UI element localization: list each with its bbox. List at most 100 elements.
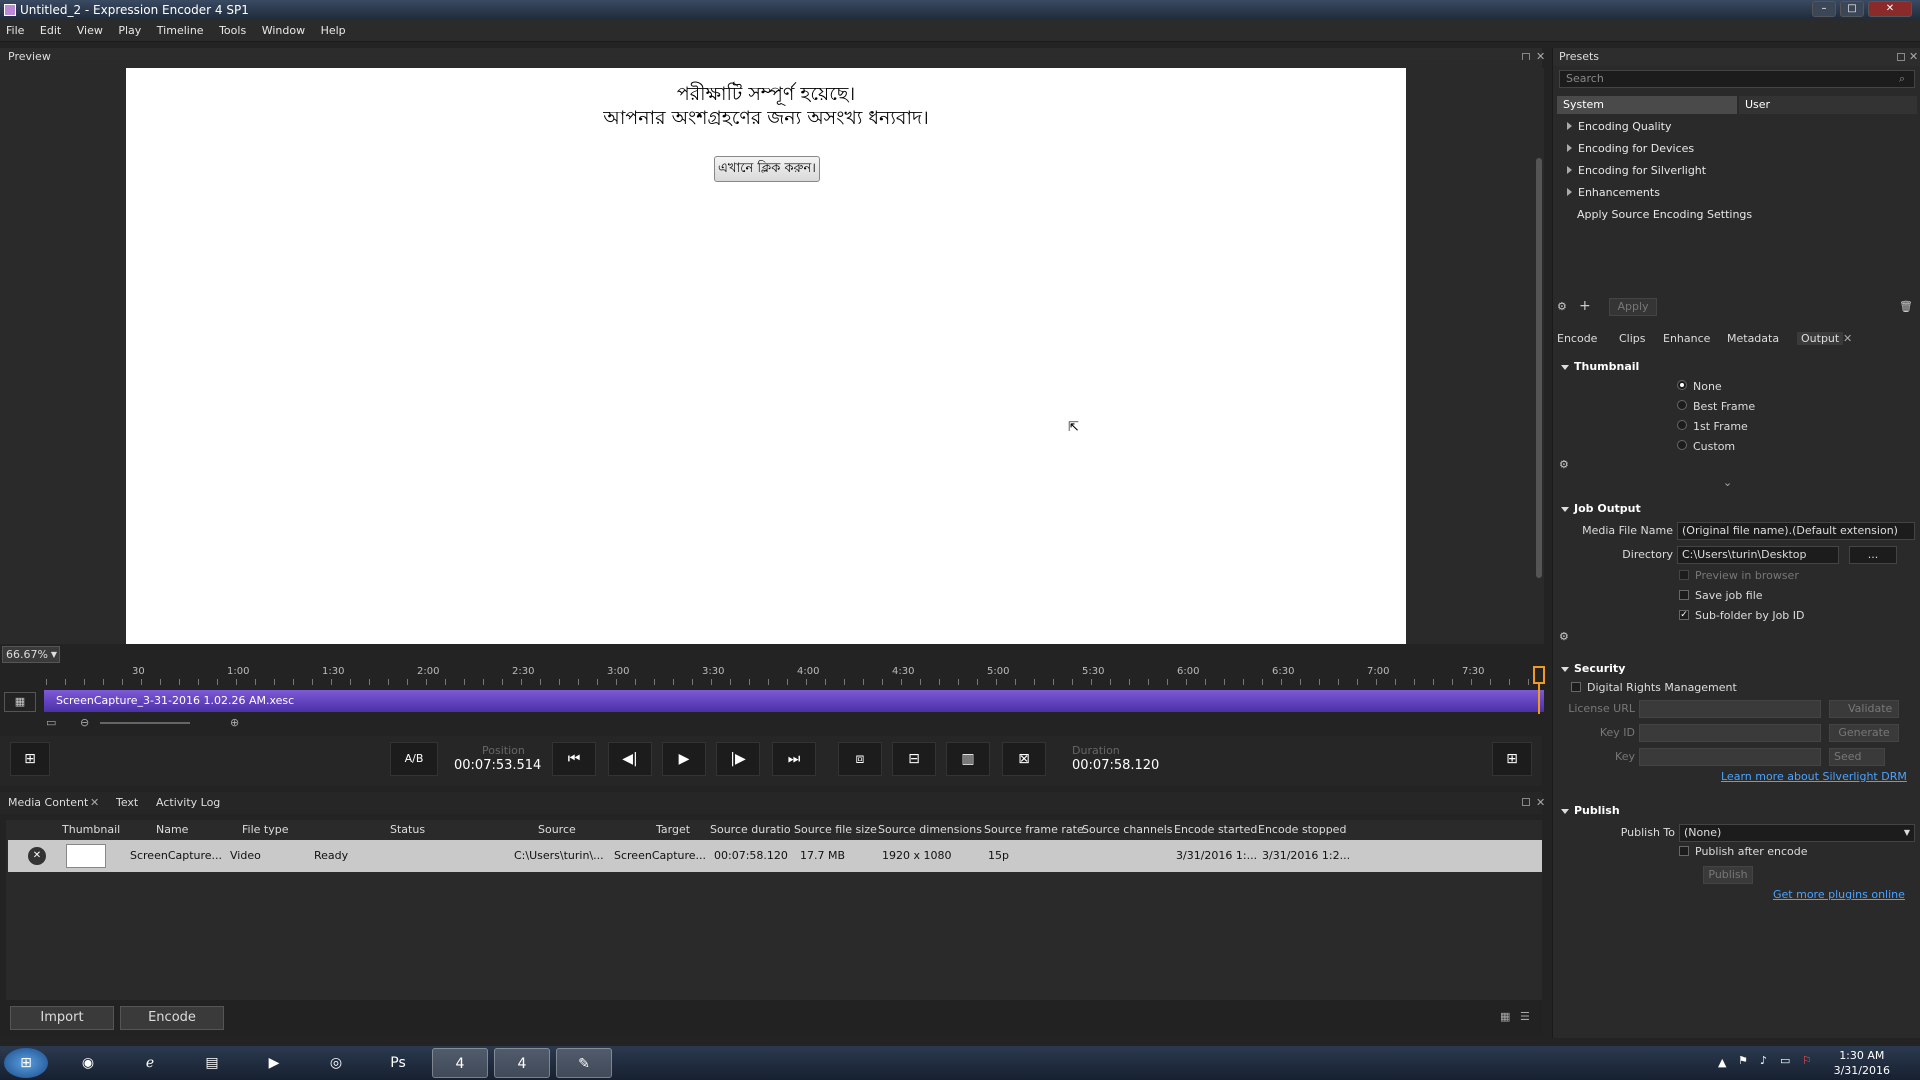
close-button[interactable]: ✕ <box>1868 1 1912 17</box>
preset-enhancements[interactable]: Enhancements <box>1567 186 1660 199</box>
trim-in-button[interactable]: ⊟ <box>892 742 936 776</box>
volume-icon[interactable]: ♪ <box>1760 1054 1767 1067</box>
thumbnail-section[interactable]: Thumbnail <box>1561 360 1639 373</box>
publish-after-encode-checkbox[interactable] <box>1679 846 1689 856</box>
preset-encoding-quality[interactable]: Encoding Quality <box>1567 120 1672 133</box>
chevron-down-icon[interactable]: ⌄ <box>1723 476 1732 489</box>
col-source[interactable]: Source <box>538 823 576 836</box>
remove-segment-button[interactable]: ⊠ <box>1002 742 1046 776</box>
radio-custom[interactable] <box>1677 440 1687 450</box>
add-leader-button[interactable]: ⊞ <box>1492 742 1532 776</box>
media-file-name-field[interactable]: (Original file name).(Default extension) <box>1677 522 1915 540</box>
col-source-file-size[interactable]: Source file size <box>794 823 877 836</box>
apply-button[interactable]: Apply <box>1609 298 1657 316</box>
zoom-slider[interactable] <box>100 722 190 724</box>
tile-view-icon[interactable]: ▦ <box>1500 1010 1510 1023</box>
menu-edit[interactable]: Edit <box>34 20 67 42</box>
trim-out-button[interactable]: ▥ <box>946 742 990 776</box>
radio-1st-frame[interactable] <box>1677 420 1687 430</box>
step-forward-button[interactable]: |▶ <box>716 742 760 776</box>
tab-metadata[interactable]: Metadata <box>1727 332 1779 345</box>
add-icon[interactable]: + <box>1579 298 1591 314</box>
radio-none[interactable] <box>1677 380 1687 390</box>
col-encode-stopped[interactable]: Encode stopped <box>1258 823 1346 836</box>
preview-canvas[interactable]: পরীক্ষাটি সম্পূর্ণ হয়েছে। আপনার অংশগ্রহ… <box>126 68 1406 644</box>
add-marker-button[interactable]: ⊞ <box>10 742 50 776</box>
start-button-icon[interactable]: ⊞ <box>4 1048 48 1078</box>
publish-section[interactable]: Publish <box>1561 804 1620 817</box>
paint-icon[interactable]: ✎ <box>556 1048 612 1078</box>
timeline-clip[interactable]: ScreenCapture_3-31-2016 1.02.26 AM.xesc <box>44 690 1544 712</box>
list-view-icon[interactable]: ☰ <box>1520 1010 1530 1023</box>
key-id-field[interactable] <box>1639 724 1821 742</box>
browse-button[interactable]: ... <box>1849 546 1897 564</box>
validate-button[interactable]: Validate <box>1829 700 1899 718</box>
menu-view[interactable]: View <box>71 20 109 42</box>
internet-explorer-icon[interactable]: ℯ <box>122 1048 178 1078</box>
step-back-button[interactable]: ◀| <box>608 742 652 776</box>
preset-encoding-devices[interactable]: Encoding for Devices <box>1567 142 1694 155</box>
col-name[interactable]: Name <box>156 823 188 836</box>
encode-button[interactable]: Encode <box>120 1006 224 1030</box>
tab-activity-log[interactable]: Activity Log <box>156 796 220 809</box>
col-source-channels[interactable]: Source channels <box>1082 823 1173 836</box>
sub-folder-checkbox[interactable]: ✓ <box>1679 610 1689 620</box>
job-output-section[interactable]: Job Output <box>1561 502 1641 515</box>
tab-media-content[interactable]: Media Content <box>8 796 88 809</box>
zoom-select[interactable]: 66.67% ▼ <box>2 646 60 663</box>
skip-end-button[interactable]: ⏭ <box>772 742 816 776</box>
license-url-field[interactable] <box>1639 700 1821 718</box>
firefox-icon[interactable]: ◉ <box>60 1048 116 1078</box>
tray-arrow-icon[interactable]: ▲ <box>1718 1056 1726 1069</box>
maximize-button[interactable]: □ <box>1840 1 1864 17</box>
gear-icon[interactable]: ⚙ <box>1559 458 1571 471</box>
pin-icon[interactable] <box>1897 53 1905 61</box>
preset-encoding-silverlight[interactable]: Encoding for Silverlight <box>1567 164 1706 177</box>
chrome-icon[interactable]: ◎ <box>308 1048 364 1078</box>
clock[interactable]: 1:30 AM 3/31/2016 <box>1834 1048 1890 1078</box>
alert-icon[interactable]: ⚐ <box>1802 1054 1812 1067</box>
drm-checkbox[interactable] <box>1571 682 1581 692</box>
tab-clips[interactable]: Clips <box>1619 332 1646 345</box>
menu-timeline[interactable]: Timeline <box>151 20 210 42</box>
preset-apply-source[interactable]: Apply Source Encoding Settings <box>1577 208 1752 221</box>
preview-click-button[interactable]: এখানে ক্লিক করুন। <box>714 156 820 182</box>
remove-item-icon[interactable]: ✕ <box>28 847 46 865</box>
windows-flag-icon[interactable]: ⚑ <box>1738 1054 1748 1067</box>
menu-window[interactable]: Window <box>256 20 311 42</box>
radio-best-frame[interactable] <box>1677 400 1687 410</box>
play-button[interactable]: ▶ <box>662 742 706 776</box>
timeline-ruler[interactable]: 30 1:00 1:30 2:00 2:30 3:00 3:30 4:00 4:30 5:00 5:… <box>46 664 1546 686</box>
tab-system[interactable]: System <box>1557 96 1737 114</box>
file-explorer-icon[interactable]: ▤ <box>184 1048 240 1078</box>
tab-user[interactable]: User <box>1739 96 1917 114</box>
tab-enhance[interactable]: Enhance <box>1663 332 1710 345</box>
table-row[interactable]: ✕ ScreenCapture... Video Ready C:\Users\… <box>8 840 1542 872</box>
learn-more-drm-link[interactable]: Learn more about Silverlight DRM <box>1721 770 1907 783</box>
fit-icon[interactable]: ▭ <box>46 716 56 729</box>
search-icon[interactable]: ⌕ <box>1899 72 1905 86</box>
network-icon[interactable]: ▭ <box>1780 1054 1790 1067</box>
menu-play[interactable]: Play <box>112 20 147 42</box>
preview-in-browser-checkbox[interactable] <box>1679 570 1689 580</box>
get-more-plugins-link[interactable]: Get more plugins online <box>1773 888 1905 901</box>
save-job-file-checkbox[interactable] <box>1679 590 1689 600</box>
encoder-4-active-icon[interactable]: 4 <box>494 1048 550 1078</box>
scrollbar-thumb[interactable] <box>1536 158 1542 578</box>
split-button[interactable]: ⧈ <box>838 742 882 776</box>
security-section[interactable]: Security <box>1561 662 1625 675</box>
skip-start-button[interactable]: ⏮ <box>552 742 596 776</box>
menu-help[interactable]: Help <box>315 20 352 42</box>
publish-to-select[interactable]: (None) ▼ <box>1679 824 1915 842</box>
tab-output[interactable]: Output <box>1797 332 1844 345</box>
col-source-dimensions[interactable]: Source dimensions <box>878 823 982 836</box>
gear-icon[interactable]: ⚙ <box>1559 630 1571 643</box>
col-encode-started[interactable]: Encode started <box>1174 823 1257 836</box>
import-button[interactable]: Import <box>10 1006 114 1030</box>
preview-scrollbar[interactable] <box>1534 68 1544 644</box>
minimize-button[interactable]: – <box>1812 1 1836 17</box>
seed-button[interactable]: Seed <box>1829 748 1885 766</box>
menu-tools[interactable]: Tools <box>213 20 252 42</box>
col-status[interactable]: Status <box>390 823 425 836</box>
preset-search-input[interactable]: Search <box>1559 70 1915 88</box>
